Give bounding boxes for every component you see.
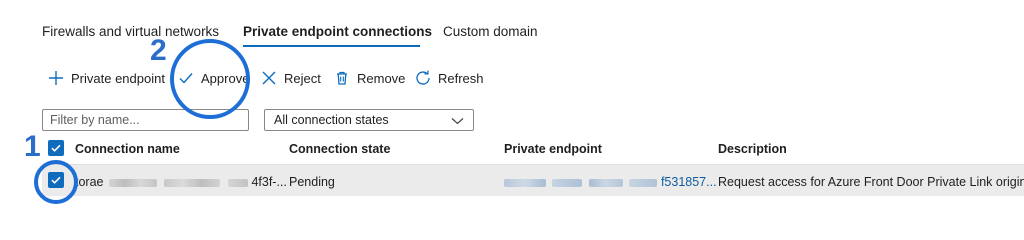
- callout-number-2: 2: [150, 34, 167, 67]
- filter-by-name-input[interactable]: [42, 109, 249, 131]
- refresh-icon: [414, 69, 432, 87]
- tab-custom-domain[interactable]: Custom domain: [443, 24, 538, 39]
- refresh-label: Refresh: [438, 70, 484, 86]
- connection-state-cell: Pending: [289, 175, 335, 189]
- trash-icon: [333, 69, 351, 87]
- connection-state-dropdown[interactable]: All connection states: [264, 109, 474, 131]
- callout-number-1: 1: [24, 130, 41, 163]
- connection-name-suffix: 4f3f-...: [251, 175, 287, 189]
- private-endpoint-suffix: f531857...: [660, 175, 717, 189]
- plus-icon: [47, 69, 65, 87]
- checkmark-icon: [51, 144, 61, 152]
- column-header-connection-name[interactable]: Connection name: [75, 142, 180, 156]
- refresh-button[interactable]: Refresh: [414, 68, 484, 88]
- column-header-private-endpoint[interactable]: Private endpoint: [504, 142, 602, 156]
- connection-state-selected: All connection states: [274, 113, 389, 127]
- reject-label: Reject: [284, 70, 321, 86]
- select-all-checkbox[interactable]: [48, 140, 64, 156]
- description-cell: Request access for Azure Front Door Priv…: [718, 175, 1024, 189]
- connection-name-cell: torae 4f3f-...: [75, 175, 287, 189]
- approve-button[interactable]: Approve: [177, 68, 249, 88]
- checkmark-icon: [177, 69, 195, 87]
- add-private-endpoint-button[interactable]: Private endpoint: [47, 68, 165, 88]
- remove-button[interactable]: Remove: [333, 68, 405, 88]
- connection-name-prefix: torae: [75, 175, 104, 189]
- row-checkbox[interactable]: [48, 172, 64, 188]
- remove-label: Remove: [357, 70, 406, 86]
- add-private-endpoint-label: Private endpoint: [71, 70, 165, 86]
- column-header-description[interactable]: Description: [718, 142, 787, 156]
- checkmark-icon: [51, 176, 61, 184]
- column-header-connection-state[interactable]: Connection state: [289, 142, 390, 156]
- private-endpoint-link[interactable]: f531857...: [504, 175, 717, 189]
- tab-private-endpoint-connections[interactable]: Private endpoint connections: [243, 24, 432, 39]
- private-endpoint-connections-page: Firewalls and virtual networks Private e…: [0, 0, 1024, 236]
- x-icon: [260, 69, 278, 87]
- approve-label: Approve: [201, 70, 250, 86]
- chevron-down-icon: [451, 115, 464, 129]
- redacted-text: [107, 175, 251, 189]
- tab-firewalls-and-virtual-networks[interactable]: Firewalls and virtual networks: [42, 24, 219, 39]
- redacted-text: [504, 175, 661, 189]
- reject-button[interactable]: Reject: [260, 68, 321, 88]
- active-tab-indicator: [243, 45, 420, 47]
